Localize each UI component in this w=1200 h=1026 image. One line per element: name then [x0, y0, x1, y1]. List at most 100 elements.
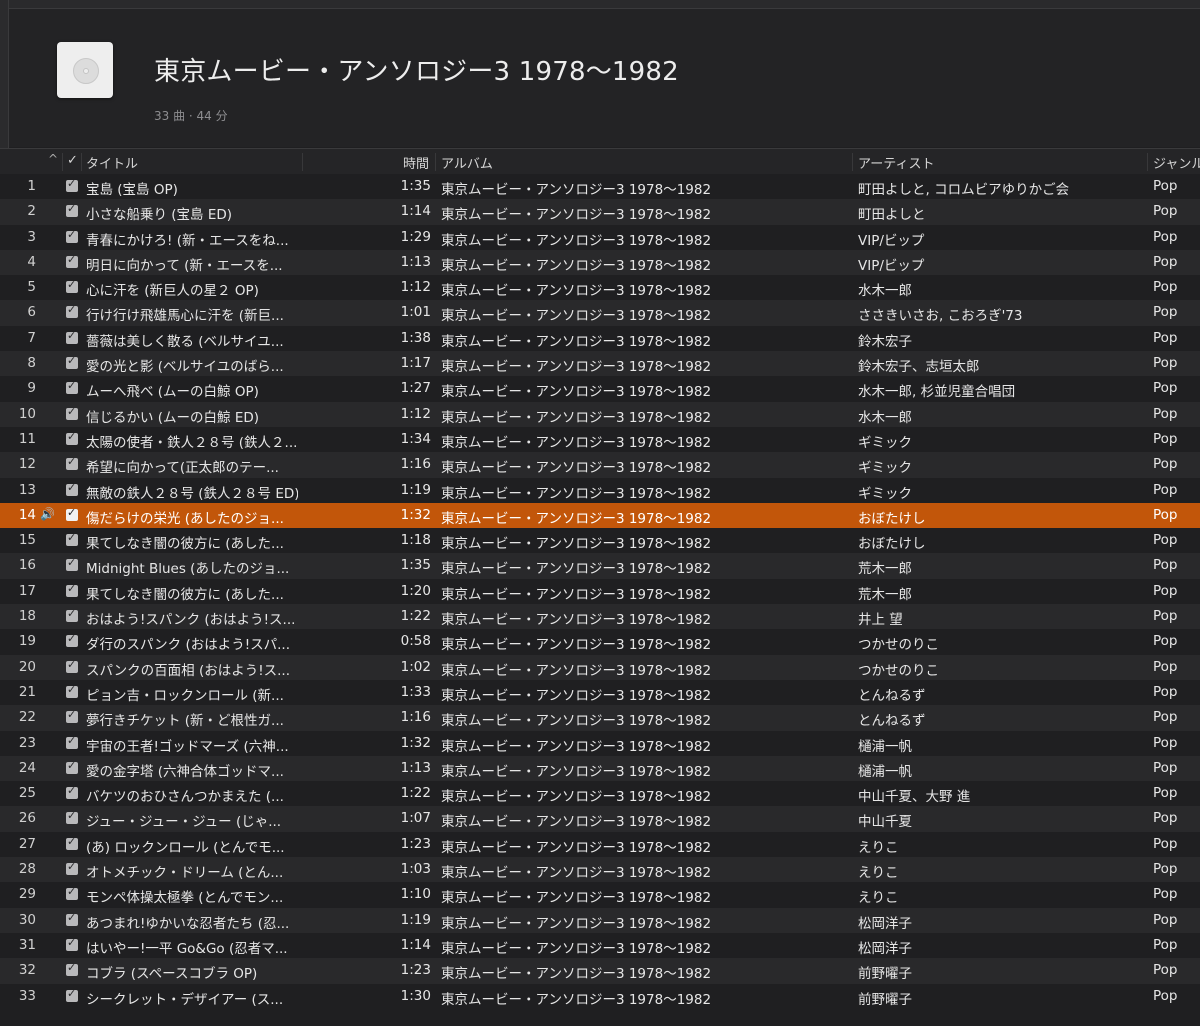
track-row[interactable]: 7 薔薇は美しく散る (ベルサイユ... 1:38 東京ムービー・アンソロジー3 19…: [0, 325, 1200, 352]
track-row[interactable]: 4 明日に向かって (新・エースを... 1:13 東京ムービー・アンソロジー3 19…: [0, 249, 1200, 276]
track-row[interactable]: 10 信じるかい (ムーの白鯨 ED) 1:12 東京ムービー・アンソロジー3 197…: [0, 401, 1200, 427]
track-genre: Pop: [1153, 582, 1178, 599]
track-checkbox[interactable]: [66, 683, 78, 698]
column-title[interactable]: タイトル: [86, 153, 138, 172]
track-checkbox[interactable]: [66, 506, 78, 521]
track-time: 1:38: [400, 329, 431, 346]
track-title: 夢行きチケット (新・ど根性ガ...: [86, 713, 284, 730]
track-album: 東京ムービー・アンソロジー3 1978〜1982: [441, 586, 712, 603]
track-row[interactable]: 11 太陽の使者・鉄人２８号 (鉄人２... 1:34 東京ムービー・アンソロジー3 …: [0, 426, 1200, 453]
track-row[interactable]: 20 スパンクの百面相 (おはよう!ス... 1:02 東京ムービー・アンソロジー3 …: [0, 654, 1200, 680]
track-number: 4: [27, 253, 36, 270]
track-time: 1:33: [400, 683, 431, 700]
track-checkbox[interactable]: [66, 556, 78, 572]
track-checkbox[interactable]: [66, 202, 78, 218]
track-checkbox[interactable]: [66, 835, 78, 850]
column-album[interactable]: アルバム: [441, 153, 493, 172]
track-row[interactable]: 32 コブラ (スペースコブラ OP) 1:23 東京ムービー・アンソロジー3 197…: [0, 958, 1200, 984]
track-time: 1:27: [400, 380, 431, 397]
track-row[interactable]: 1 宝島 (宝島 OP) 1:35 東京ムービー・アンソロジー3 1978〜1982 町…: [0, 174, 1200, 200]
track-row[interactable]: 24 愛の金字塔 (六神合体ゴッドマ... 1:13 東京ムービー・アンソロジー3 1…: [0, 755, 1200, 782]
track-title: 傷だらけの栄光 (あしたのジョ...: [86, 510, 284, 527]
track-row[interactable]: 19 ダ行のスパンク (おはよう!スパ... 0:58 東京ムービー・アンソロジー3 …: [0, 629, 1200, 655]
track-row[interactable]: 16 Midnight Blues (あしたのジョ... 1:35 東京ムービー・アン…: [0, 553, 1200, 579]
track-row[interactable]: 18 おはよう!スパンク (おはよう!ス... 1:22 東京ムービー・アンソロジー3…: [0, 604, 1200, 630]
track-checkbox[interactable]: [66, 354, 78, 370]
track-row[interactable]: 25 バケツのおひさんつかまえた (... 1:22 東京ムービー・アンソロジー3 1…: [0, 781, 1200, 807]
track-row[interactable]: 8 愛の光と影 (ベルサイユのばら... 1:17 東京ムービー・アンソロジー3 19…: [0, 351, 1200, 377]
track-number: 21: [18, 683, 36, 700]
track-checkbox[interactable]: [66, 658, 78, 673]
track-genre: Pop: [1153, 253, 1178, 270]
track-time: 1:01: [400, 304, 431, 321]
track-genre: Pop: [1153, 633, 1178, 650]
sort-indicator-icon[interactable]: ^: [48, 152, 58, 166]
track-row[interactable]: 21 ピョン吉・ロックンロール (新... 1:33 東京ムービー・アンソロジー3 1…: [0, 679, 1200, 706]
track-checkbox[interactable]: [66, 455, 78, 471]
track-checkbox[interactable]: [66, 708, 78, 724]
track-row[interactable]: 26 ジュー・ジュー・ジュー (じゃ... 1:07 東京ムービー・アンソロジー3 1…: [0, 806, 1200, 832]
track-album: 東京ムービー・アンソロジー3 1978〜1982: [441, 966, 712, 983]
playlist-artwork[interactable]: [57, 42, 113, 98]
track-row[interactable]: 13 無敵の鉄人２８号 (鉄人２８号 ED) 1:19 東京ムービー・アンソロジー3 …: [0, 477, 1200, 503]
track-row[interactable]: 22 夢行きチケット (新・ど根性ガ... 1:16 東京ムービー・アンソロジー3 1…: [0, 705, 1200, 731]
track-checkbox[interactable]: [66, 987, 78, 1002]
track-row[interactable]: 12 希望に向かって(正太郎のテー... 1:16 東京ムービー・アンソロジー3 19…: [0, 452, 1200, 478]
track-checkbox[interactable]: [66, 329, 78, 344]
track-checkbox[interactable]: [66, 253, 78, 268]
track-checkbox[interactable]: [66, 430, 78, 445]
track-checkbox[interactable]: [66, 481, 78, 496]
track-checkbox[interactable]: [66, 860, 78, 876]
track-checkbox[interactable]: [66, 228, 78, 243]
track-title: 無敵の鉄人２８号 (鉄人２８号 ED): [86, 485, 298, 502]
track-checkbox[interactable]: [66, 961, 78, 977]
track-row[interactable]: 28 オトメチック・ドリーム (とん... 1:03 東京ムービー・アンソロジー3 1…: [0, 857, 1200, 883]
track-row[interactable]: 31 はいやー!一平 Go&Go (忍者マ... 1:14 東京ムービー・アンソロジー…: [0, 932, 1200, 959]
track-row[interactable]: 9 ムーへ飛べ (ムーの白鯨 OP) 1:27 東京ムービー・アンソロジー3 1978…: [0, 376, 1200, 402]
track-checkbox[interactable]: [66, 177, 78, 192]
track-genre: Pop: [1153, 380, 1178, 397]
track-row[interactable]: 23 宇宙の王者!ゴッドマーズ (六神... 1:32 東京ムービー・アンソロジー3 …: [0, 730, 1200, 756]
track-checkbox[interactable]: [66, 734, 78, 749]
track-row[interactable]: 33 シークレット・デザイアー (ス... 1:30 東京ムービー・アンソロジー3 1…: [0, 983, 1200, 1009]
track-time: 1:12: [400, 279, 431, 296]
track-checkbox[interactable]: [66, 405, 78, 420]
playlist-title[interactable]: 東京ムービー・アンソロジー3 1978〜1982: [154, 51, 679, 88]
track-title: (あ) ロックンロール (とんでモ...: [86, 839, 285, 856]
track-checkbox[interactable]: [66, 759, 78, 774]
track-time: 1:20: [400, 582, 431, 599]
track-checkbox[interactable]: [66, 632, 78, 648]
track-genre: Pop: [1153, 178, 1178, 194]
column-genre[interactable]: ジャンル: [1153, 153, 1200, 172]
track-title: 行け行け飛雄馬心に汗を (新巨...: [86, 308, 284, 325]
track-checkbox[interactable]: [66, 531, 78, 547]
track-checkbox[interactable]: [66, 582, 78, 597]
track-row[interactable]: 29 モンペ体操太極拳 (とんでモン... 1:10 東京ムービー・アンソロジー3 1…: [0, 882, 1200, 908]
track-checkbox[interactable]: [66, 607, 78, 623]
track-checkbox[interactable]: [66, 784, 78, 800]
column-time[interactable]: 時間: [403, 153, 429, 172]
track-checkbox[interactable]: [66, 809, 78, 825]
track-checkbox[interactable]: [66, 885, 78, 901]
track-checkbox[interactable]: [66, 911, 78, 926]
track-row[interactable]: 5 心に汗を (新巨人の星２ OP) 1:12 東京ムービー・アンソロジー3 1978…: [0, 275, 1200, 301]
track-number: 30: [18, 911, 36, 928]
track-row[interactable]: 6 行け行け飛雄馬心に汗を (新巨... 1:01 東京ムービー・アンソロジー3 19…: [0, 300, 1200, 326]
track-row[interactable]: 15 果てしなき闇の彼方に (あした... 1:18 東京ムービー・アンソロジー3 1…: [0, 528, 1200, 554]
column-artist[interactable]: アーティスト: [858, 153, 934, 172]
track-row[interactable]: 27 (あ) ロックンロール (とんでモ... 1:23 東京ムービー・アンソロジー3…: [0, 831, 1200, 858]
track-checkbox[interactable]: [66, 379, 78, 395]
track-checkbox[interactable]: [66, 936, 78, 951]
track-album: 東京ムービー・アンソロジー3 1978〜1982: [441, 308, 712, 325]
track-row[interactable]: 17 果てしなき闇の彼方に (あした... 1:20 東京ムービー・アンソロジー3 1…: [0, 578, 1200, 605]
track-row[interactable]: 3 青春にかけろ! (新・エースをね... 1:29 東京ムービー・アンソロジー3 1…: [0, 224, 1200, 250]
track-checkbox[interactable]: [66, 303, 78, 319]
track-checkbox[interactable]: [66, 278, 78, 294]
column-check[interactable]: ✓: [67, 153, 78, 168]
top-divider: [0, 0, 1200, 9]
track-row[interactable]: 14 傷だらけの栄光 (あしたのジョ... 1:32 東京ムービー・アンソロジー3 1…: [0, 502, 1200, 529]
track-row[interactable]: 30 あつまれ!ゆかいな忍者たち (忍... 1:19 東京ムービー・アンソロジー3 …: [0, 907, 1200, 933]
track-artist: おぼたけし: [858, 510, 926, 527]
track-time: 1:34: [400, 430, 431, 447]
track-row[interactable]: 2 小さな船乗り (宝島 ED) 1:14 東京ムービー・アンソロジー3 1978〜1…: [0, 199, 1200, 225]
